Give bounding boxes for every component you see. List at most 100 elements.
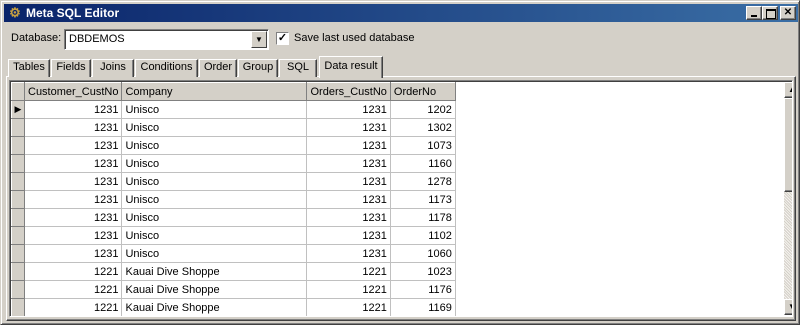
table-row[interactable]: 1231 Unisco 1231 1173 — [11, 190, 456, 209]
save-last-label[interactable]: Save last used database — [294, 32, 414, 44]
close-button[interactable] — [780, 6, 796, 20]
header-row: Customer_CustNo Company Orders_CustNo Or… — [11, 82, 456, 101]
table-row[interactable]: 1231 Unisco 1231 1160 — [11, 154, 456, 173]
database-value: DBDEMOS — [69, 33, 125, 45]
cell-orderno[interactable]: 1060 — [390, 244, 456, 263]
column-header-orders-custno[interactable]: Orders_CustNo — [306, 82, 391, 101]
cell-customer-custno[interactable]: 1231 — [24, 190, 123, 209]
cell-company[interactable]: Unisco — [121, 226, 308, 245]
cell-company[interactable]: Unisco — [121, 136, 308, 155]
tab-joins[interactable]: Joins — [92, 59, 134, 77]
row-indicator — [11, 136, 25, 155]
cell-customer-custno[interactable]: 1231 — [24, 244, 123, 263]
table-row[interactable]: ▶ 1231 Unisco 1231 1202 — [11, 100, 456, 119]
cell-company[interactable]: Unisco — [121, 100, 308, 119]
window-title: Meta SQL Editor — [26, 6, 120, 20]
table-row[interactable]: 1231 Unisco 1231 1060 — [11, 244, 456, 263]
cell-orders-custno[interactable]: 1231 — [306, 100, 391, 119]
cell-company[interactable]: Unisco — [121, 154, 308, 173]
row-indicator-icon: ▶ — [11, 100, 25, 119]
tab-sql[interactable]: SQL — [279, 59, 317, 77]
cell-customer-custno[interactable]: 1221 — [24, 262, 123, 281]
cell-orders-custno[interactable]: 1231 — [306, 208, 391, 227]
chevron-down-icon[interactable]: ▼ — [251, 31, 267, 48]
cell-company[interactable]: Unisco — [121, 208, 308, 227]
tab-data-result[interactable]: Data result — [319, 56, 383, 78]
tab-conditions[interactable]: Conditions — [135, 59, 198, 77]
title-bar[interactable]: ⚙ Meta SQL Editor — [4, 4, 798, 22]
maximize-button[interactable] — [762, 6, 778, 20]
cell-customer-custno[interactable]: 1231 — [24, 208, 123, 227]
table-row[interactable]: 1231 Unisco 1231 1073 — [11, 136, 456, 155]
cell-orders-custno[interactable]: 1231 — [306, 190, 391, 209]
cell-orderno[interactable]: 1160 — [390, 154, 456, 173]
database-select[interactable]: DBDEMOS ▼ — [64, 29, 269, 50]
cell-orderno[interactable]: 1169 — [390, 298, 456, 316]
cell-company[interactable]: Kauai Dive Shoppe — [121, 280, 308, 299]
cell-company[interactable]: Unisco — [121, 190, 308, 209]
row-indicator — [11, 118, 25, 137]
cell-orderno[interactable]: 1302 — [390, 118, 456, 137]
cell-customer-custno[interactable]: 1221 — [24, 298, 123, 316]
save-last-checkbox[interactable]: ✓ — [276, 32, 289, 45]
row-indicator — [11, 280, 25, 299]
main-window: ⚙ Meta SQL Editor Database: DBDEMOS ▼ ✓ … — [0, 0, 800, 325]
row-indicator — [11, 226, 25, 245]
tab-tables[interactable]: Tables — [8, 59, 50, 77]
cell-orderno[interactable]: 1202 — [390, 100, 456, 119]
cell-orders-custno[interactable]: 1231 — [306, 226, 391, 245]
scroll-down-icon[interactable]: ▼ — [784, 299, 792, 315]
column-header-orderno[interactable]: OrderNo — [389, 82, 456, 101]
cell-orders-custno[interactable]: 1231 — [306, 244, 391, 263]
cell-customer-custno[interactable]: 1221 — [24, 280, 123, 299]
table-row[interactable]: 1231 Unisco 1231 1278 — [11, 172, 456, 191]
cell-customer-custno[interactable]: 1231 — [24, 118, 123, 137]
cell-orderno[interactable]: 1102 — [390, 226, 456, 245]
cell-orderno[interactable]: 1176 — [390, 280, 456, 299]
table-row[interactable]: 1221 Kauai Dive Shoppe 1221 1169 — [11, 298, 456, 316]
cell-orderno[interactable]: 1023 — [390, 262, 456, 281]
cell-customer-custno[interactable]: 1231 — [24, 226, 123, 245]
cell-company[interactable]: Unisco — [121, 118, 308, 137]
minimize-button[interactable] — [746, 6, 762, 20]
cell-orders-custno[interactable]: 1221 — [306, 298, 391, 316]
row-indicator — [11, 244, 25, 263]
table-row[interactable]: 1221 Kauai Dive Shoppe 1221 1023 — [11, 262, 456, 281]
vertical-scrollbar[interactable]: ▲ ▼ — [784, 82, 792, 315]
cell-orders-custno[interactable]: 1231 — [306, 118, 391, 137]
cell-orders-custno[interactable]: 1231 — [306, 136, 391, 155]
table-row[interactable]: 1231 Unisco 1231 1102 — [11, 226, 456, 245]
data-grid[interactable]: Customer_CustNo Company Orders_CustNo Or… — [9, 80, 793, 317]
cell-orders-custno[interactable]: 1231 — [306, 172, 391, 191]
cell-orders-custno[interactable]: 1231 — [306, 154, 391, 173]
scroll-thumb[interactable] — [784, 98, 792, 192]
cell-orderno[interactable]: 1073 — [390, 136, 456, 155]
cell-orders-custno[interactable]: 1221 — [306, 262, 391, 281]
indicator-header — [11, 82, 25, 101]
cell-orderno[interactable]: 1178 — [390, 208, 456, 227]
cell-customer-custno[interactable]: 1231 — [24, 172, 123, 191]
cell-company[interactable]: Kauai Dive Shoppe — [121, 298, 308, 316]
tab-group[interactable]: Group — [238, 59, 278, 77]
cell-customer-custno[interactable]: 1231 — [24, 100, 123, 119]
column-header-company[interactable]: Company — [121, 82, 308, 101]
cell-customer-custno[interactable]: 1231 — [24, 136, 123, 155]
column-header-customer-custno[interactable]: Customer_CustNo — [23, 82, 123, 101]
cell-orderno[interactable]: 1173 — [390, 190, 456, 209]
cell-company[interactable]: Kauai Dive Shoppe — [121, 262, 308, 281]
tab-fields[interactable]: Fields — [51, 59, 91, 77]
table-row[interactable]: 1231 Unisco 1231 1302 — [11, 118, 456, 137]
table-row[interactable]: 1231 Unisco 1231 1178 — [11, 208, 456, 227]
tab-order[interactable]: Order — [199, 59, 237, 77]
cell-orders-custno[interactable]: 1221 — [306, 280, 391, 299]
row-indicator — [11, 208, 25, 227]
scroll-up-icon[interactable]: ▲ — [784, 82, 792, 98]
cell-customer-custno[interactable]: 1231 — [24, 154, 123, 173]
row-indicator — [11, 154, 25, 173]
cell-company[interactable]: Unisco — [121, 172, 308, 191]
cell-orderno[interactable]: 1278 — [390, 172, 456, 191]
table-row[interactable]: 1221 Kauai Dive Shoppe 1221 1176 — [11, 280, 456, 299]
row-indicator — [11, 172, 25, 191]
cell-company[interactable]: Unisco — [121, 244, 308, 263]
app-icon[interactable]: ⚙ — [7, 5, 23, 21]
